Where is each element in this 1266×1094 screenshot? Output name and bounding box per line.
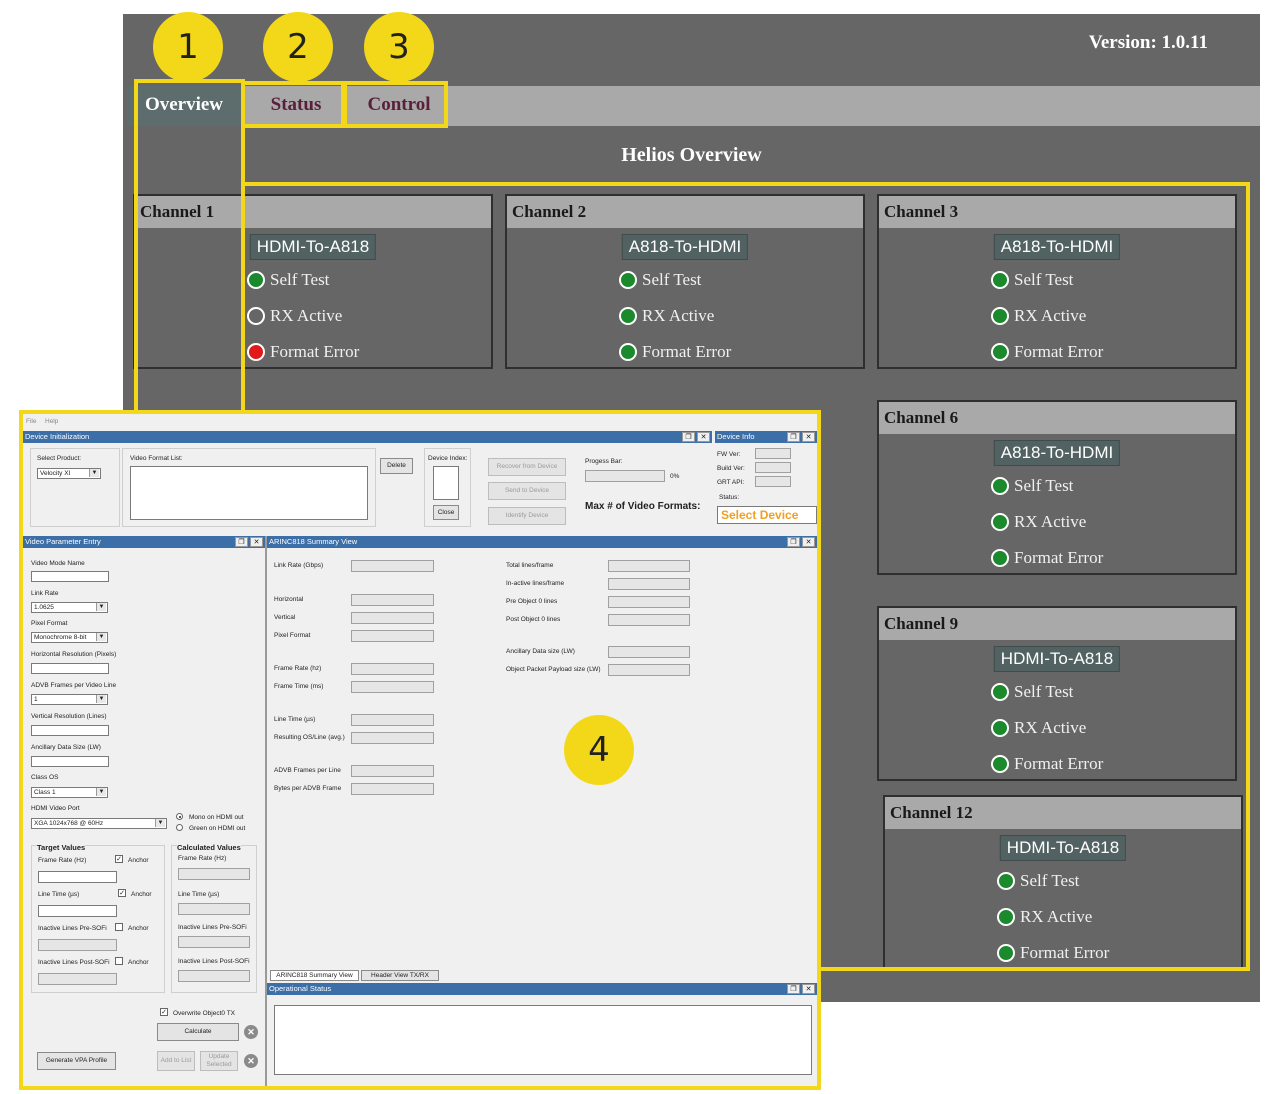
callout-box-2 — [241, 81, 347, 128]
callout-box-4 — [19, 410, 821, 1090]
page-title: Helios Overview — [621, 144, 762, 166]
callout-badge-4: 4 — [564, 715, 634, 785]
callout-box-1-left — [134, 179, 249, 186]
callout-badge-1: 1 — [153, 12, 223, 82]
callout-box-1-top — [241, 182, 1250, 186]
callout-badge-3: 3 — [364, 12, 434, 82]
callout-box-3 — [341, 81, 448, 128]
callout-badge-2: 2 — [263, 12, 333, 82]
version-label: Version: 1.0.11 — [1088, 32, 1208, 53]
